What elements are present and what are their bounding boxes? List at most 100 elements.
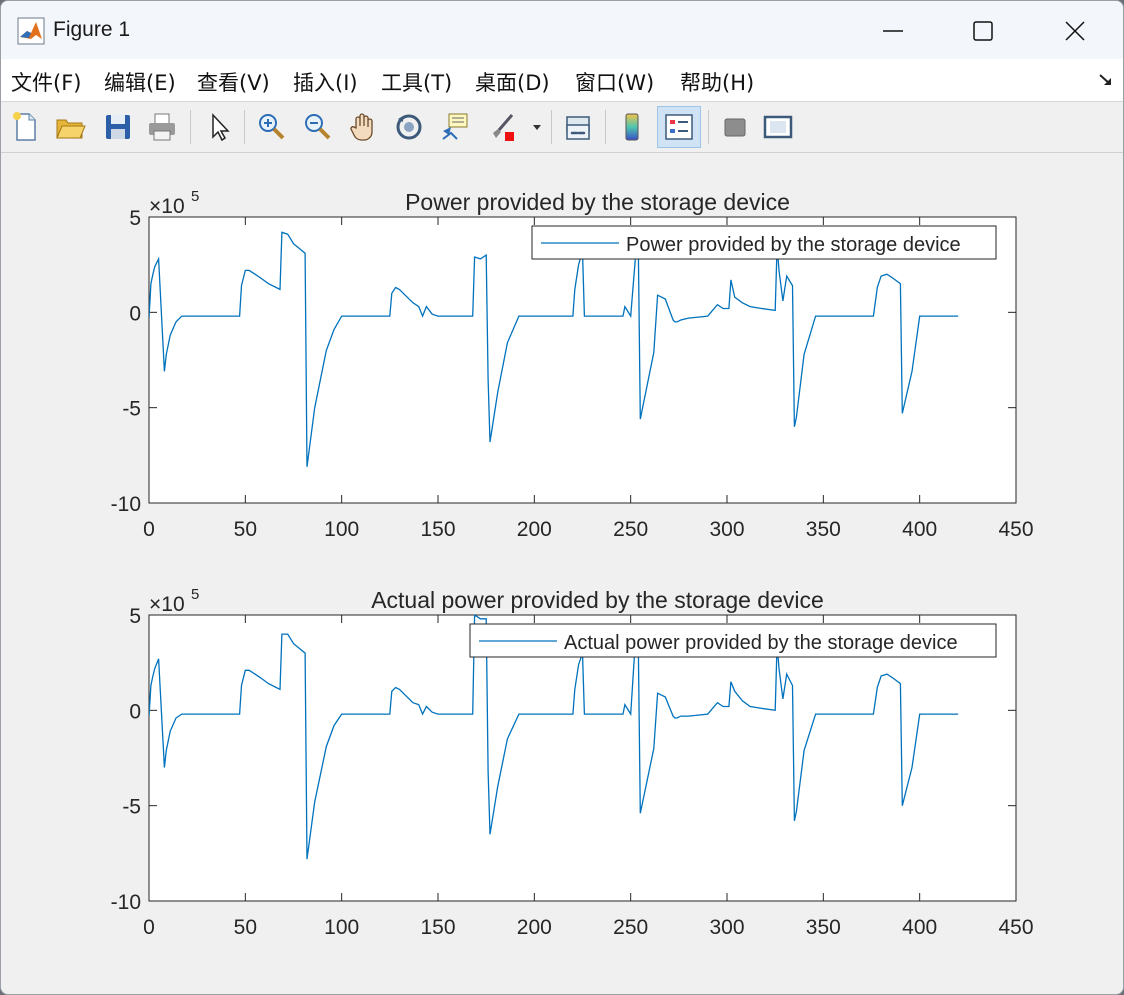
new-figure-icon: [13, 112, 36, 141]
menu-insert[interactable]: 插入(I): [293, 67, 358, 97]
print-icon: [149, 113, 175, 141]
chart-title: Power provided by the storage device: [405, 189, 790, 215]
legend: Power provided by the storage device: [531, 225, 997, 260]
new-figure-button[interactable]: [6, 108, 44, 146]
chart-2[interactable]: 0 50 100 150 200 250 300 350 400 450 -10 -5 0 5 ×10 5 Ac…: [111, 586, 1034, 939]
x-tick-label: 350: [806, 518, 841, 541]
open-file-button[interactable]: [51, 108, 89, 146]
y-tick-label: 5: [129, 207, 141, 230]
menu-desktop[interactable]: 桌面(D): [475, 67, 550, 97]
print-button[interactable]: [143, 108, 181, 146]
toolbar: [1, 102, 1123, 153]
legend: Actual power provided by the storage dev…: [469, 623, 997, 658]
x-tick-label: 300: [709, 916, 744, 939]
save-button[interactable]: [99, 108, 137, 146]
toolbar-separator: [244, 110, 245, 144]
toolbar-separator: [708, 110, 709, 144]
link-plot-icon: [566, 116, 590, 140]
y-tick-label: 0: [129, 302, 141, 325]
y-exponent-label: ×10: [149, 195, 185, 218]
x-tick-label: 250: [613, 916, 648, 939]
legend-label: Actual power provided by the storage dev…: [564, 632, 958, 654]
menu-help[interactable]: 帮助(H): [680, 67, 754, 97]
minimize-button[interactable]: [847, 1, 939, 59]
chart-1[interactable]: 0 50 100 150 200 250 300 350 400 450 -10 -5 0 5 ×10 5 Po…: [111, 188, 1034, 541]
x-tick-label: 100: [324, 916, 359, 939]
y-exponent-power: 5: [191, 188, 199, 205]
rotate-3d-button[interactable]: [390, 108, 428, 146]
x-tick-label: 400: [902, 916, 937, 939]
save-icon: [106, 115, 130, 139]
x-tick-label: 450: [998, 916, 1033, 939]
y-exponent-label: ×10: [149, 593, 185, 616]
figure-window: Figure 1 文件(F) 编辑(E) 查看(V) 插入(I) 工具(T) 桌…: [0, 0, 1124, 995]
pointer-icon: [212, 113, 230, 142]
toolbar-separator: [190, 110, 191, 144]
matlab-logo-icon: [17, 17, 45, 45]
chart-title: Actual power provided by the storage dev…: [371, 587, 824, 613]
colorbar-icon: [625, 113, 639, 141]
x-tick-label: 150: [420, 518, 455, 541]
zoom-in-button[interactable]: [252, 108, 290, 146]
x-tick-label: 250: [613, 518, 648, 541]
zoom-out-icon: [305, 114, 331, 140]
x-tick-label: 300: [709, 518, 744, 541]
x-tick-label: 200: [517, 518, 552, 541]
legend-button[interactable]: [657, 106, 701, 148]
pan-button[interactable]: [344, 108, 382, 146]
link-plot-button[interactable]: [559, 108, 597, 146]
x-tick-label: 100: [324, 518, 359, 541]
x-tick-label: 50: [234, 518, 257, 541]
figure-canvas: 0 50 100 150 200 250 300 350 400 450-10-505×10 5 Po…: [111, 188, 1034, 939]
legend-label: Power provided by the storage device: [626, 234, 961, 256]
colorbar-button[interactable]: [613, 108, 651, 146]
hide-plot-tools-icon: [724, 118, 746, 137]
y-tick-label: 5: [129, 605, 141, 628]
menu-bar: 文件(F) 编辑(E) 查看(V) 插入(I) 工具(T) 桌面(D) 窗口(W…: [1, 59, 1123, 102]
maximize-icon: [973, 21, 993, 41]
x-tick-label: 450: [998, 518, 1033, 541]
x-tick-label: 0: [143, 518, 155, 541]
dock-arrow-icon[interactable]: [1097, 71, 1115, 89]
y-tick-label: -5: [122, 398, 141, 421]
menu-edit[interactable]: 编辑(E): [104, 67, 176, 97]
data-cursor-button[interactable]: [436, 108, 474, 146]
y-tick-label: -10: [111, 891, 141, 914]
x-tick-label: 50: [234, 916, 257, 939]
minimize-icon: [883, 30, 903, 32]
maximize-button[interactable]: [937, 1, 1029, 59]
brush-dropdown[interactable]: [528, 108, 546, 146]
menu-view[interactable]: 查看(V): [197, 67, 270, 97]
dropdown-arrow-icon: [533, 125, 541, 130]
y-tick-label: 0: [129, 700, 141, 723]
show-plot-tools-button[interactable]: [759, 108, 797, 146]
data-cursor-icon: [442, 113, 468, 140]
toolbar-separator: [605, 110, 606, 144]
y-tick-label: -10: [111, 493, 141, 516]
menu-window[interactable]: 窗口(W): [575, 67, 654, 97]
brush-button[interactable]: [484, 108, 522, 146]
x-tick-label: 400: [902, 518, 937, 541]
rotate-3d-icon: [396, 114, 422, 140]
x-tick-label: 0: [143, 916, 155, 939]
pan-icon: [350, 113, 373, 141]
pointer-button[interactable]: [199, 108, 237, 146]
close-button[interactable]: [1029, 1, 1121, 59]
x-tick-label: 150: [420, 916, 455, 939]
x-tick-label: 200: [517, 916, 552, 939]
close-icon: [1065, 21, 1085, 41]
hide-plot-tools-button[interactable]: [715, 108, 753, 146]
menu-file[interactable]: 文件(F): [11, 67, 81, 97]
zoom-out-button[interactable]: [298, 108, 336, 146]
open-file-icon: [56, 119, 86, 139]
window-title: Figure 1: [53, 18, 131, 41]
brush-icon: [493, 114, 514, 141]
y-exponent-power: 5: [191, 586, 199, 603]
x-tick-label: 350: [806, 916, 841, 939]
title-bar[interactable]: Figure 1: [1, 1, 1123, 59]
menu-tools[interactable]: 工具(T): [381, 67, 452, 97]
zoom-in-icon: [259, 114, 285, 140]
legend-icon: [665, 114, 693, 140]
y-tick-label: -5: [122, 796, 141, 819]
toolbar-separator: [551, 110, 552, 144]
